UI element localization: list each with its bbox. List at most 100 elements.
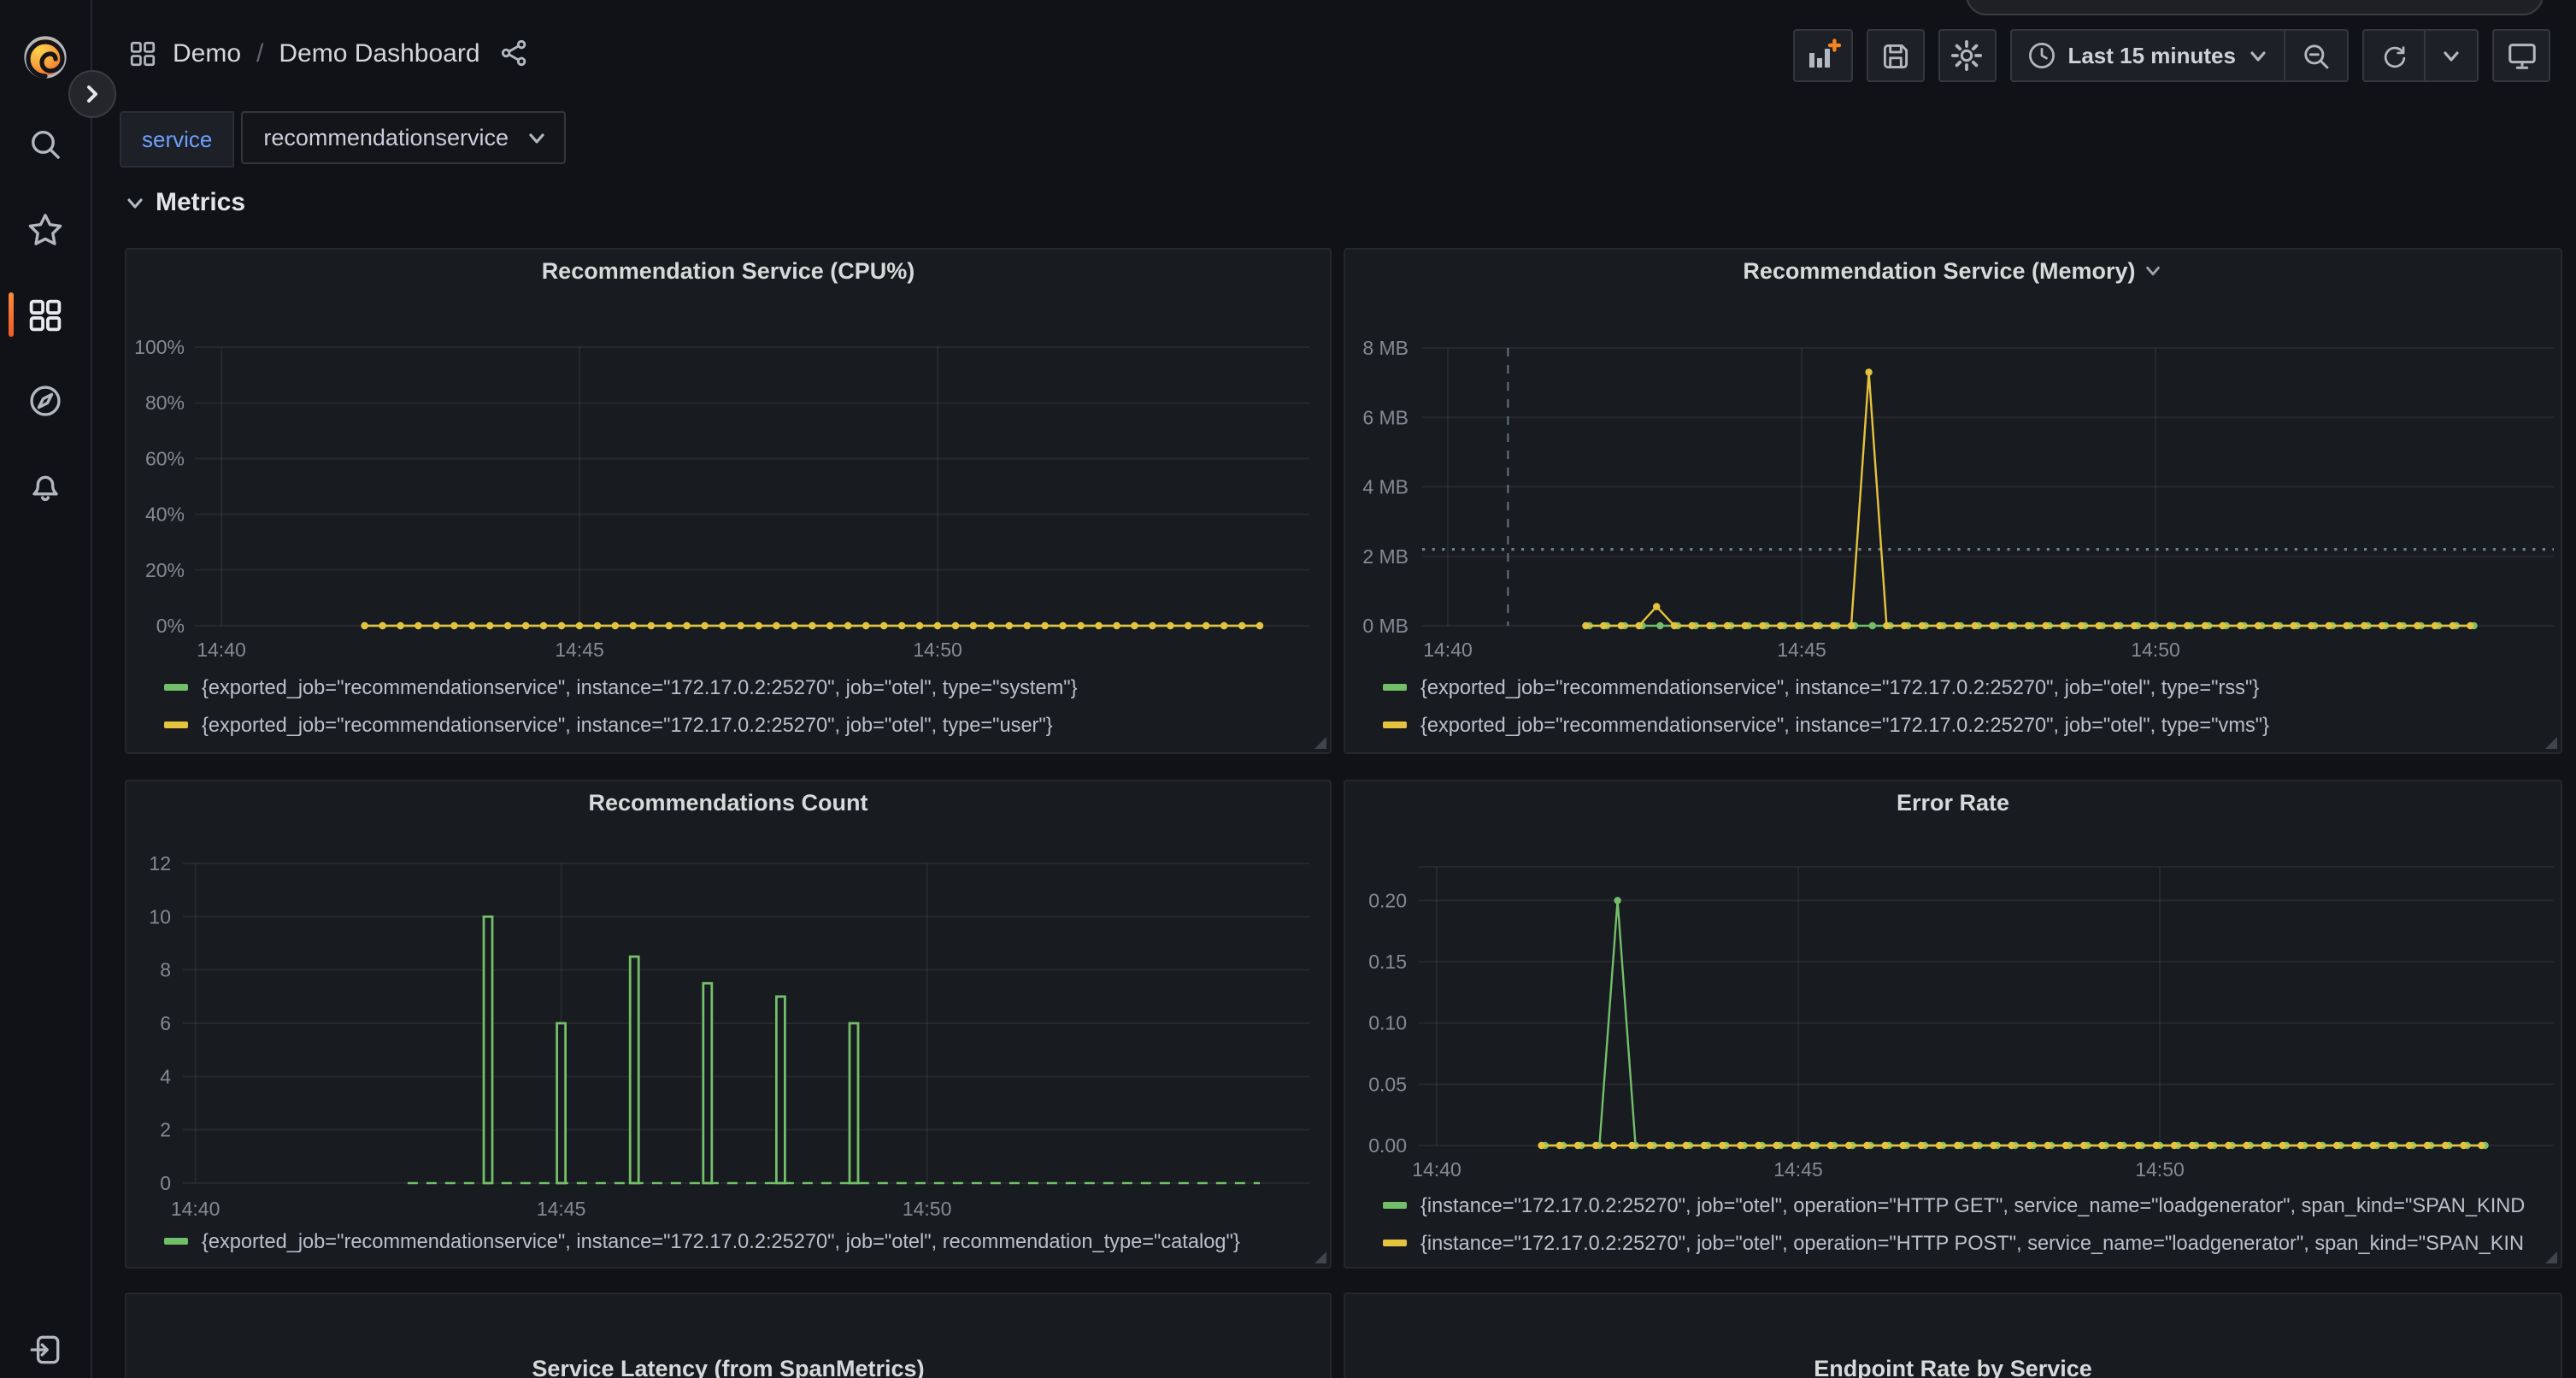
svg-text:0.05: 0.05 — [1368, 1073, 1407, 1095]
variable-dropdown[interactable]: recommendationservice — [241, 111, 565, 164]
legend-label: {instance="172.17.0.2:25270", job="otel"… — [1420, 1193, 2525, 1217]
save-icon — [1879, 40, 1910, 71]
star-icon — [27, 211, 63, 247]
time-range-label: Last 15 minutes — [2067, 43, 2236, 68]
svg-text:0.20: 0.20 — [1368, 889, 1407, 911]
panel-cpu: Recommendation Service (CPU%) 0%20%40%60… — [125, 248, 1332, 754]
grafana-app: Demo / Demo Dashboard — [0, 0, 2576, 1378]
panel-title[interactable]: Service Latency (from SpanMetrics) — [126, 1356, 1330, 1378]
refresh-button[interactable] — [2364, 31, 2424, 80]
row-title: Metrics — [156, 188, 245, 217]
legend-label: {exported_job="recommendationservice", i… — [202, 1229, 1240, 1253]
zoom-out-icon — [2301, 40, 2332, 71]
panel-resize-handle[interactable] — [1314, 1251, 1326, 1263]
svg-text:0 MB: 0 MB — [1362, 615, 1409, 637]
svg-text:40%: 40% — [145, 504, 185, 526]
svg-text:14:45: 14:45 — [1773, 1158, 1823, 1181]
legend-swatch — [164, 1238, 188, 1245]
svg-text:14:40: 14:40 — [171, 1198, 221, 1220]
legend-item[interactable]: {exported_job="recommendationservice", i… — [1383, 668, 2557, 706]
legend-label: {exported_job="recommendationservice", i… — [202, 713, 1053, 737]
panel-resize-handle[interactable] — [2545, 737, 2557, 749]
sidebar-item-starred[interactable] — [0, 195, 91, 263]
svg-text:4: 4 — [160, 1065, 171, 1087]
variable-label[interactable]: service — [120, 111, 234, 168]
svg-text:0.10: 0.10 — [1368, 1012, 1407, 1034]
bell-icon — [27, 468, 63, 504]
dashboard-variables: service recommendationservice — [120, 111, 565, 168]
sidebar-item-explore[interactable] — [0, 366, 91, 434]
breadcrumb-title[interactable]: Demo Dashboard — [279, 38, 479, 68]
gear-icon — [1950, 39, 1983, 72]
search-icon — [27, 126, 63, 162]
legend-label: {exported_job="recommendationservice", i… — [1420, 675, 2259, 699]
chevron-down-icon — [2248, 45, 2268, 66]
legend-swatch — [1383, 684, 1407, 691]
panel-recommendations-count: Recommendations Count 02468101214:4014:4… — [125, 780, 1332, 1269]
svg-text:0.15: 0.15 — [1368, 951, 1407, 973]
legend-item[interactable]: {instance="172.17.0.2:25270", job="otel"… — [1383, 1224, 2557, 1262]
svg-text:12: 12 — [149, 852, 171, 874]
panel-error-rate: Error Rate 0.000.050.100.150.2014:4014:4… — [1344, 780, 2562, 1269]
svg-text:14:40: 14:40 — [197, 639, 246, 661]
refresh-icon — [2379, 41, 2408, 70]
svg-text:8 MB: 8 MB — [1362, 337, 1409, 359]
sidebar-item-dashboards[interactable] — [0, 280, 91, 349]
svg-text:10: 10 — [149, 905, 171, 928]
svg-text:14:50: 14:50 — [2135, 1158, 2185, 1181]
active-indicator — [9, 292, 14, 337]
legend-label: {exported_job="recommendationservice", i… — [202, 675, 1078, 699]
sign-in-icon — [27, 1331, 63, 1367]
legend-swatch — [164, 721, 188, 728]
legend-item[interactable]: {exported_job="recommendationservice", i… — [164, 706, 1326, 744]
svg-text:2 MB: 2 MB — [1362, 545, 1409, 568]
legend-item[interactable]: {exported_job="recommendationservice", i… — [164, 668, 1326, 706]
legend: {exported_job="recommendationservice", i… — [1383, 668, 2557, 744]
monitor-icon — [2505, 39, 2538, 72]
panel-title[interactable]: Endpoint Rate by Service — [1345, 1356, 2561, 1378]
breadcrumb-section[interactable]: Demo — [173, 38, 241, 68]
zoom-out-button[interactable] — [2285, 31, 2347, 80]
save-dashboard-button[interactable] — [1866, 29, 1924, 82]
sidebar-item-alerting[interactable] — [0, 451, 91, 520]
legend-label: {exported_job="recommendationservice", i… — [1420, 713, 2269, 737]
svg-text:8: 8 — [160, 959, 171, 981]
sidebar-item-search[interactable] — [0, 109, 91, 178]
panel-service-latency: Service Latency (from SpanMetrics) — [125, 1293, 1332, 1378]
svg-text:60%: 60% — [145, 447, 185, 469]
breadcrumb: Demo / Demo Dashboard — [128, 38, 530, 68]
panel-resize-handle[interactable] — [1314, 737, 1326, 749]
svg-text:0.00: 0.00 — [1368, 1134, 1407, 1157]
add-panel-button[interactable] — [1792, 29, 1852, 82]
add-panel-icon — [1804, 38, 1840, 74]
tv-mode-button[interactable] — [2492, 29, 2550, 82]
svg-text:14:40: 14:40 — [1423, 639, 1473, 661]
legend-item[interactable]: {exported_job="recommendationservice", i… — [1383, 706, 2557, 744]
time-picker: Last 15 minutes — [2009, 29, 2349, 82]
chevron-down-icon — [2441, 45, 2461, 66]
svg-text:20%: 20% — [145, 559, 185, 581]
dashboard-toolbar: Last 15 minutes — [1792, 29, 2550, 82]
svg-text:6: 6 — [160, 1012, 171, 1034]
legend-item[interactable]: {exported_job="recommendationservice", i… — [164, 1222, 1326, 1260]
sidebar-expand-button[interactable] — [68, 70, 116, 118]
panel-resize-handle[interactable] — [2545, 1251, 2557, 1263]
refresh-interval-button[interactable] — [2426, 31, 2477, 80]
recommendations-count-chart: 02468101214:4014:4514:50 — [126, 781, 1332, 1269]
legend: {exported_job="recommendationservice", i… — [164, 1222, 1326, 1260]
svg-text:100%: 100% — [134, 336, 185, 358]
sidebar — [0, 0, 92, 1378]
svg-text:14:50: 14:50 — [913, 639, 962, 661]
time-range-button[interactable]: Last 15 minutes — [2011, 31, 2284, 80]
svg-text:6 MB: 6 MB — [1362, 406, 1409, 428]
sidebar-item-sign-in[interactable] — [0, 1315, 91, 1378]
legend-item[interactable]: {instance="172.17.0.2:25270", job="otel"… — [1383, 1187, 2557, 1224]
dashboard-settings-button[interactable] — [1938, 29, 1996, 82]
share-icon[interactable] — [499, 38, 530, 68]
apps-grid-icon — [128, 38, 157, 68]
panel-memory: Recommendation Service (Memory) 0 MB2 MB… — [1344, 248, 2562, 754]
svg-text:14:45: 14:45 — [555, 639, 604, 661]
grafana-logo-icon — [22, 33, 68, 80]
svg-text:14:45: 14:45 — [1777, 639, 1826, 661]
row-metrics[interactable]: Metrics — [125, 188, 245, 217]
